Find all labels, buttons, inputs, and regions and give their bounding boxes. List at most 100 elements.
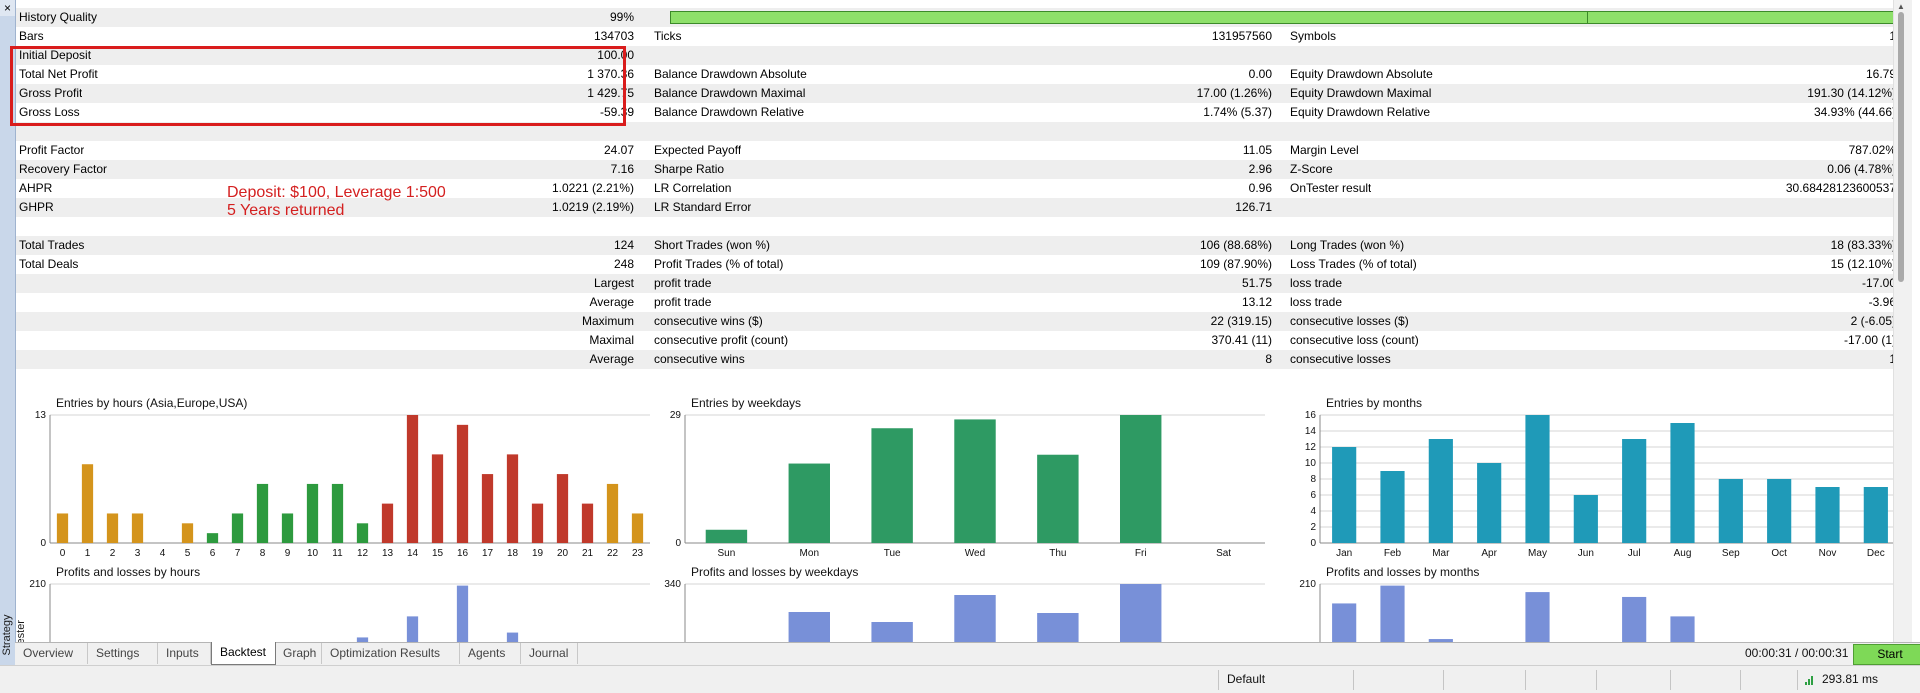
signal-bars-icon bbox=[1805, 675, 1817, 685]
bar bbox=[1670, 423, 1695, 543]
stats-row: Recovery Factor 7.16 Sharpe Ratio 2.96 Z-Sco… bbox=[16, 160, 1896, 179]
bar bbox=[231, 513, 244, 543]
stat-label: Profit Factor bbox=[19, 143, 85, 157]
bar bbox=[871, 428, 913, 543]
stat-value: 126.71 bbox=[1235, 200, 1272, 214]
tab-overview[interactable]: Overview bbox=[15, 643, 88, 664]
stat-label: OnTester result bbox=[1290, 181, 1372, 195]
scroll-up-icon[interactable]: ▲ bbox=[1896, 2, 1906, 11]
stats-row: Largest profit trade 51.75 loss trade -17.00 bbox=[16, 274, 1896, 293]
bar bbox=[705, 529, 748, 543]
stat-label: Expected Payoff bbox=[654, 143, 742, 157]
tab-backtest[interactable]: Backtest bbox=[211, 642, 276, 665]
stat-value: 0.96 bbox=[1248, 181, 1272, 195]
stat-label: History Quality bbox=[19, 10, 98, 24]
x-tick-label: Jun bbox=[1578, 548, 1594, 559]
x-tick-label: Dec bbox=[1867, 548, 1885, 559]
x-tick-label: Oct bbox=[1771, 548, 1787, 559]
tab-inputs[interactable]: Inputs bbox=[158, 643, 211, 664]
bar bbox=[1428, 439, 1453, 543]
test-timer: 00:00:31 / 00:00:31 bbox=[1745, 646, 1849, 660]
y-tick-label: 0 bbox=[40, 538, 46, 549]
x-tick-label: 20 bbox=[557, 548, 569, 559]
y-tick-label: 12 bbox=[1305, 442, 1317, 453]
bar bbox=[131, 513, 144, 543]
bar bbox=[56, 513, 69, 543]
bar bbox=[206, 533, 219, 543]
x-tick-label: Nov bbox=[1819, 548, 1837, 559]
stat-label: Balance Drawdown Relative bbox=[654, 105, 805, 119]
stat-value: -59.39 bbox=[599, 105, 634, 119]
stat-value bbox=[346, 369, 634, 388]
tab-settings[interactable]: Settings bbox=[88, 643, 158, 664]
bar bbox=[1477, 463, 1502, 543]
history-quality-bar bbox=[670, 11, 1910, 24]
bar bbox=[356, 523, 369, 543]
y-tick-label: 2 bbox=[1310, 522, 1316, 533]
stats-row: Total Trades 124 Short Trades (won %) 106 (… bbox=[16, 236, 1896, 255]
tab-optimization-results[interactable]: Optimization Results bbox=[322, 643, 460, 664]
x-tick-label: Wed bbox=[965, 548, 985, 559]
x-tick-label: 2 bbox=[110, 548, 116, 559]
stats-row bbox=[16, 122, 1896, 141]
x-tick-label: 15 bbox=[432, 548, 444, 559]
stat-value: 30.68428123600537 bbox=[1785, 181, 1896, 195]
stat-value: 99% bbox=[609, 10, 634, 24]
bar bbox=[1525, 592, 1550, 642]
y-tick-label: 16 bbox=[1305, 410, 1317, 421]
stat-label: Equity Drawdown Absolute bbox=[1290, 67, 1433, 81]
stat-label: loss trade bbox=[1290, 295, 1343, 309]
x-tick-label: 11 bbox=[332, 548, 343, 559]
chart-svg: 0 29 Sun Mon Tue Wed Thu Fri Sat bbox=[670, 410, 1265, 559]
stat-value: 0.00 bbox=[1248, 67, 1272, 81]
x-tick-label: Sat bbox=[1216, 548, 1231, 559]
stat-value: 0.06 (4.78%) bbox=[1827, 162, 1896, 176]
side-panel-strip bbox=[0, 0, 16, 692]
stat-value: 11.05 bbox=[1242, 143, 1272, 157]
stat-value bbox=[1016, 369, 1272, 388]
bar bbox=[1332, 603, 1357, 642]
stat-value: Average bbox=[589, 295, 634, 309]
stat-label: Equity Drawdown Maximal bbox=[1290, 86, 1432, 100]
tab-journal[interactable]: Journal bbox=[521, 643, 578, 664]
y-tick-label: 29 bbox=[670, 410, 682, 421]
stat-value: 22 (319.15) bbox=[1210, 314, 1272, 328]
scrollbar-thumb[interactable] bbox=[1898, 12, 1904, 282]
stat-value: 1.74% (5.37) bbox=[1203, 105, 1272, 119]
x-tick-label: 5 bbox=[185, 548, 191, 559]
x-tick-label: 17 bbox=[482, 548, 494, 559]
ping-value: 293.81 ms bbox=[1822, 672, 1879, 686]
close-icon[interactable]: × bbox=[0, 0, 15, 16]
stat-label: GHPR bbox=[19, 200, 54, 214]
annotation-deposit: Deposit: $100, Leverage 1:500 bbox=[227, 184, 446, 201]
x-tick-label: 12 bbox=[357, 548, 369, 559]
x-tick-label: 6 bbox=[210, 548, 216, 559]
stat-label: Loss Trades (% of total) bbox=[1290, 257, 1417, 271]
x-tick-label: 19 bbox=[532, 548, 544, 559]
stat-value bbox=[1516, 122, 1896, 141]
x-tick-label: May bbox=[1528, 548, 1547, 559]
stat-value: 100.00 bbox=[597, 48, 634, 62]
stat-value: Average bbox=[589, 352, 634, 366]
stat-value: 1 370.36 bbox=[587, 67, 634, 81]
stat-value: 191.30 (14.12%) bbox=[1807, 86, 1896, 100]
stat-label: LR Correlation bbox=[654, 181, 732, 195]
bar bbox=[631, 513, 644, 543]
tab-graph[interactable]: Graph bbox=[275, 643, 322, 664]
y-tick-label: 8 bbox=[1310, 474, 1316, 485]
stat-value: 24.07 bbox=[603, 143, 634, 157]
start-button[interactable]: Start bbox=[1853, 644, 1920, 665]
stat-value: 134703 bbox=[593, 29, 634, 43]
stat-label: profit trade bbox=[654, 276, 712, 290]
stat-value: 1 bbox=[1516, 27, 1896, 46]
tab-agents[interactable]: Agents bbox=[460, 643, 521, 664]
stat-value bbox=[346, 217, 634, 236]
stat-value: 787.02% bbox=[1848, 143, 1896, 157]
y-tick-label: 0 bbox=[1310, 538, 1316, 549]
stat-label: Z-Score bbox=[1290, 162, 1333, 176]
stats-row: Maximum consecutive wins ($) 22 (319.15) co… bbox=[16, 312, 1896, 331]
stats-row: Total Deals 248 Profit Trades (% of total)… bbox=[16, 255, 1896, 274]
x-tick-label: 4 bbox=[160, 548, 166, 559]
bar bbox=[1815, 487, 1840, 543]
stat-label: Recovery Factor bbox=[19, 162, 108, 176]
